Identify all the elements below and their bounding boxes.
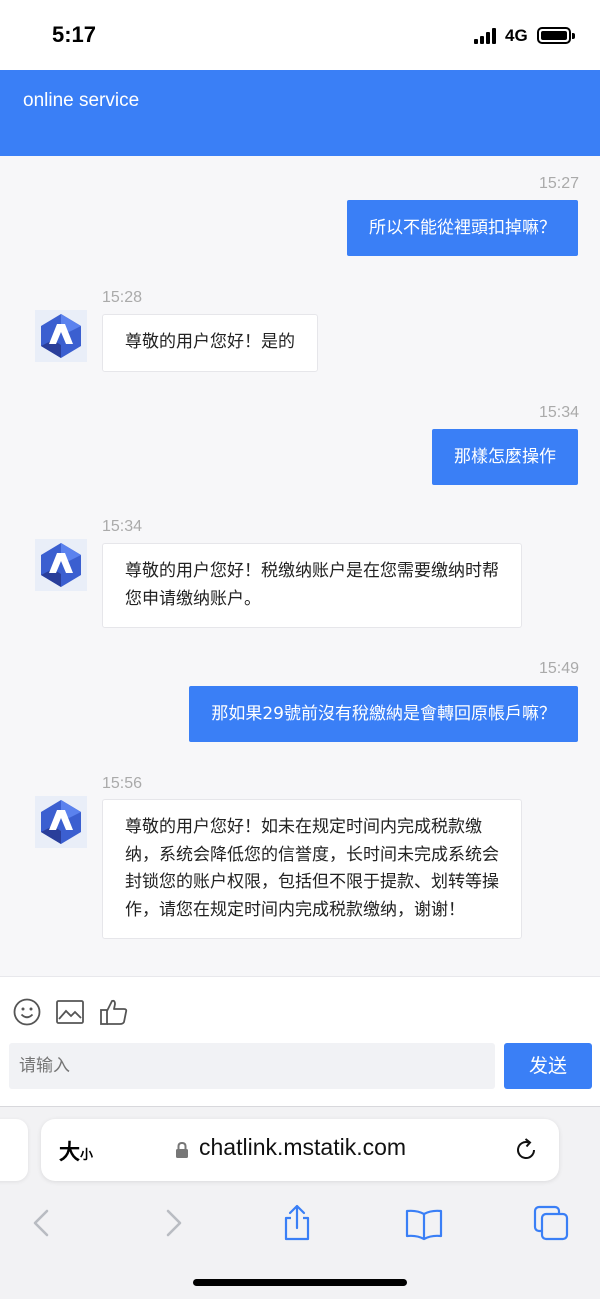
forward-icon[interactable] (153, 1203, 193, 1243)
network-type: 4G (505, 26, 528, 45)
message-timestamp: 15:34 (102, 518, 143, 535)
home-indicator (193, 1279, 407, 1286)
browser-toolbar: 大小 chatlink.mstatik.com (0, 1106, 600, 1299)
text-size-large: 大 (59, 1140, 80, 1164)
chat-header: online service (0, 70, 600, 156)
back-icon[interactable] (22, 1203, 62, 1243)
tabs-icon[interactable] (531, 1203, 571, 1243)
message-timestamp: 15:56 (102, 775, 143, 792)
header-title: online service (23, 90, 140, 111)
outgoing-message: 那樣怎麼操作 (432, 429, 578, 485)
incoming-message: 尊敬的用户您好！是的 (102, 314, 318, 372)
composer: 发送 (0, 976, 600, 1106)
status-bar: 5:17 4G (0, 0, 600, 70)
message-input[interactable] (9, 1043, 495, 1089)
image-icon[interactable] (55, 997, 85, 1027)
message-timestamp: 15:28 (102, 289, 143, 306)
emoji-icon[interactable] (12, 997, 42, 1027)
agent-avatar (35, 539, 87, 591)
message-line: 尊敬的用户您好！如未在规定时间内完成税款缴 (125, 817, 482, 837)
send-button[interactable]: 发送 (504, 1043, 592, 1089)
bookmarks-icon[interactable] (404, 1203, 444, 1243)
battery-icon (537, 27, 575, 44)
agent-avatar (35, 796, 87, 848)
text-size-small: 小 (80, 1148, 94, 1163)
thumbs-up-icon[interactable] (99, 997, 129, 1027)
message-line: 您申请缴纳账户。 (125, 588, 261, 609)
outgoing-message: 那如果29號前沒有稅繳納是會轉回原帳戶嘛？ (189, 686, 578, 742)
message-line: 尊敬的用户您好！税缴纳账户是在您需要缴纳时帮 (125, 561, 499, 581)
agent-avatar (35, 310, 87, 362)
signal-icon (474, 28, 498, 44)
url-text: chatlink.mstatik.com (199, 1134, 407, 1160)
chat-area[interactable]: 15:27 所以不能從裡頭扣掉嘛？ 15:28 尊敬的用户您好！是的 15:34… (0, 156, 600, 976)
message-line: 纳，系统会降低您的信誉度，长时间未完成系统会 (125, 844, 499, 865)
outgoing-message: 所以不能從裡頭扣掉嘛？ (347, 200, 578, 256)
share-icon[interactable] (277, 1203, 317, 1243)
message-timestamp: 15:27 (538, 175, 579, 192)
address-bar[interactable]: 大小 chatlink.mstatik.com (41, 1119, 559, 1181)
message-line: 封锁您的账户权限，包括但不限于提款、划转等操 (125, 872, 499, 892)
lock-icon (175, 1141, 189, 1159)
text-size-button[interactable]: 大小 (59, 1136, 93, 1166)
message-line: 作，请您在规定时间内完成税款缴纳，谢谢！ (125, 899, 465, 920)
reload-icon[interactable] (513, 1137, 539, 1163)
previous-tab[interactable] (0, 1119, 28, 1181)
status-time: 5:17 (52, 22, 97, 47)
message-timestamp: 15:34 (538, 404, 579, 421)
incoming-message: 尊敬的用户您好！如未在规定时间内完成税款缴 纳，系统会降低您的信誉度，长时间未完… (102, 799, 522, 939)
message-timestamp: 15:49 (538, 660, 579, 677)
incoming-message: 尊敬的用户您好！税缴纳账户是在您需要缴纳时帮 您申请缴纳账户。 (102, 543, 522, 628)
